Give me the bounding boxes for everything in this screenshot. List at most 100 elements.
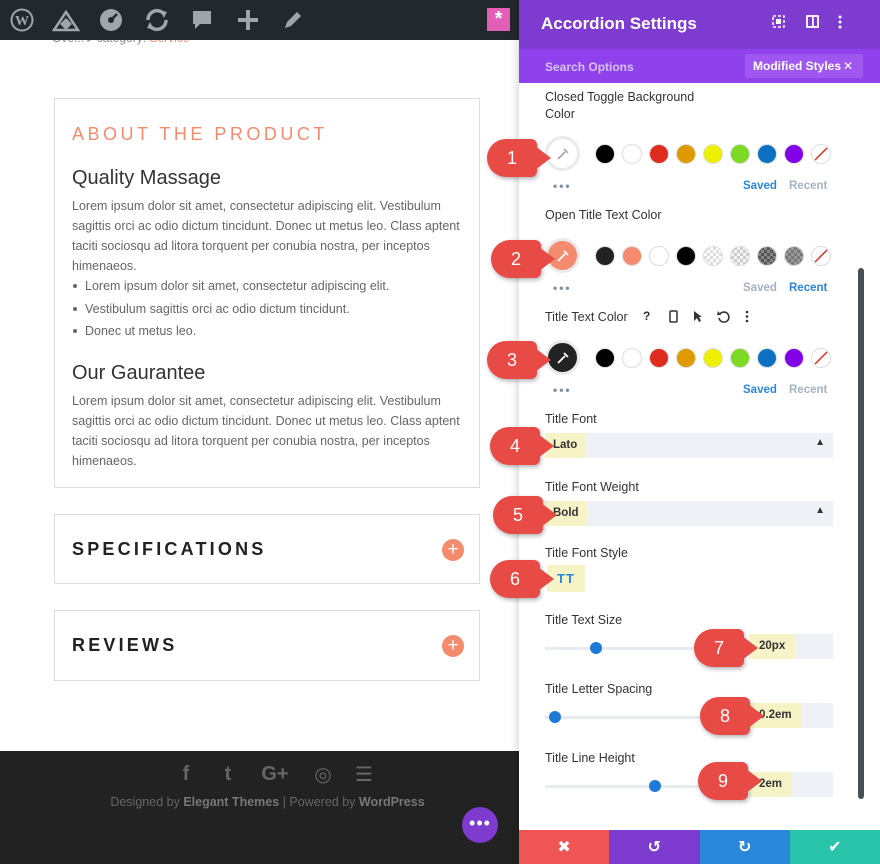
expand-plus-icon[interactable]: + [442,539,464,561]
save-button[interactable]: ✔ [789,830,880,864]
slider-handle[interactable] [649,780,662,792]
gauge-icon[interactable] [97,6,125,34]
transparent-swatch[interactable] [730,246,750,266]
color-swatch[interactable] [757,348,777,368]
color-swatch[interactable] [676,144,696,164]
comment-icon[interactable] [188,6,216,34]
expand-icon[interactable] [772,15,785,31]
title-font-select[interactable]: Lato ▲ [545,433,833,458]
color-swatch[interactable] [649,246,669,266]
quality-massage-heading: Quality Massage [72,167,221,189]
divi-builder-badge[interactable]: * [487,8,510,31]
redo-button[interactable]: ↻ [699,830,790,864]
wordpress-link[interactable]: WordPress [359,795,425,809]
facebook-icon[interactable]: f [176,761,196,787]
about-product-toggle: ABOUT THE PRODUCT Quality Massage Lorem … [54,98,480,488]
color-swatch[interactable] [784,246,804,266]
split-view-icon[interactable] [806,15,819,31]
color-swatch[interactable] [676,348,696,368]
no-color-swatch[interactable] [811,246,831,266]
slider-handle[interactable] [548,711,561,723]
callout-marker-6: 6 [490,560,554,598]
specifications-toggle[interactable]: SPECIFICATIONS + [54,514,480,584]
expand-plus-icon[interactable]: + [442,635,464,657]
modified-styles-label: Modified Styles [753,59,842,73]
title-letter-spacing-label: Title Letter Spacing [545,682,653,696]
callout-marker-3: 3 [487,341,551,379]
saved-tab[interactable]: Saved [743,180,777,192]
color-swatch[interactable] [595,246,615,266]
color-swatch[interactable] [757,246,777,266]
recent-tab[interactable]: Recent [789,180,827,192]
transparent-swatch[interactable] [703,246,723,266]
twitter-icon[interactable]: t [216,761,240,787]
saved-tab[interactable]: Saved [743,384,777,396]
more-options-icon[interactable] [837,15,843,32]
more-colors-icon[interactable]: ••• [553,383,572,397]
panel-header: Accordion Settings [519,0,880,49]
help-icon[interactable]: ? [643,309,650,323]
about-paragraph-2: Lorem ipsum dolor sit amet, consectetur … [72,394,460,468]
title-text-size-input[interactable]: 20px [749,634,833,659]
color-swatch[interactable] [622,246,642,266]
color-swatch[interactable] [784,144,804,164]
color-swatch[interactable] [649,144,669,164]
reviews-title[interactable]: REVIEWS [72,635,177,656]
rss-icon[interactable]: ☰ [352,761,376,787]
elegant-themes-link[interactable]: Elegant Themes [183,795,279,809]
no-color-swatch[interactable] [811,144,831,164]
saved-tab[interactable]: Saved [743,282,777,294]
google-plus-icon[interactable]: G+ [257,761,293,787]
about-bullets: Lorem ipsum dolor sit amet, consectetur … [72,276,467,344]
accordion-settings-panel: Accordion Settings Modified Styles✕ Clos… [519,0,880,864]
recent-tab[interactable]: Recent [789,384,827,396]
refresh-icon[interactable] [143,6,171,34]
phone-icon[interactable] [669,310,678,328]
color-swatch[interactable] [730,348,750,368]
select-arrows-icon: ▲ [815,437,825,448]
color-swatch[interactable] [649,348,669,368]
dashboard-icon[interactable] [52,6,80,34]
close-icon[interactable]: ✕ [843,54,853,78]
specifications-title[interactable]: SPECIFICATIONS [72,539,266,560]
panel-scrollbar[interactable] [858,268,864,799]
more-options-icon[interactable] [745,310,749,328]
discard-button[interactable]: ✖ [519,830,610,864]
about-title[interactable]: ABOUT THE PRODUCT [72,124,328,145]
color-swatch[interactable] [730,144,750,164]
footer-credits: Designed by Elegant Themes | Powered by … [0,795,535,809]
reviews-toggle[interactable]: REVIEWS + [54,610,480,681]
color-swatch[interactable] [595,144,615,164]
undo-button[interactable]: ↺ [609,830,700,864]
color-swatch[interactable] [703,144,723,164]
hover-pointer-icon[interactable] [693,310,703,328]
wordpress-icon[interactable]: W [8,6,36,34]
title-font-weight-select[interactable]: Bold ▲ [545,501,833,526]
color-swatch[interactable] [784,348,804,368]
color-swatch[interactable] [703,348,723,368]
plus-icon[interactable] [234,6,262,34]
no-color-swatch[interactable] [811,348,831,368]
list-item: Lorem ipsum dolor sit amet, consectetur … [72,276,467,299]
color-swatch[interactable] [622,348,642,368]
reset-icon[interactable] [717,310,730,328]
color-swatch[interactable] [595,348,615,368]
modified-styles-filter[interactable]: Modified Styles ✕ [745,54,863,78]
slider-handle[interactable] [590,642,602,654]
title-text-color-label: Title Text Color [545,310,628,324]
instagram-icon[interactable]: ◎ [311,761,335,787]
color-swatch[interactable] [757,144,777,164]
search-options-input[interactable] [535,57,735,77]
title-text-size-label: Title Text Size [545,612,622,629]
recent-tab[interactable]: Recent [789,282,827,294]
open-title-color-label: Open Title Text Color [545,208,662,222]
more-colors-icon[interactable]: ••• [553,281,572,295]
color-swatch[interactable] [676,246,696,266]
admin-bar: W * [0,0,519,40]
title-line-height-label: Title Line Height [545,751,635,765]
more-colors-icon[interactable]: ••• [553,179,572,193]
color-swatch[interactable] [622,144,642,164]
callout-marker-8: 8 [700,697,764,735]
pencil-icon[interactable] [279,6,307,34]
builder-menu-button[interactable]: ••• [462,807,498,843]
